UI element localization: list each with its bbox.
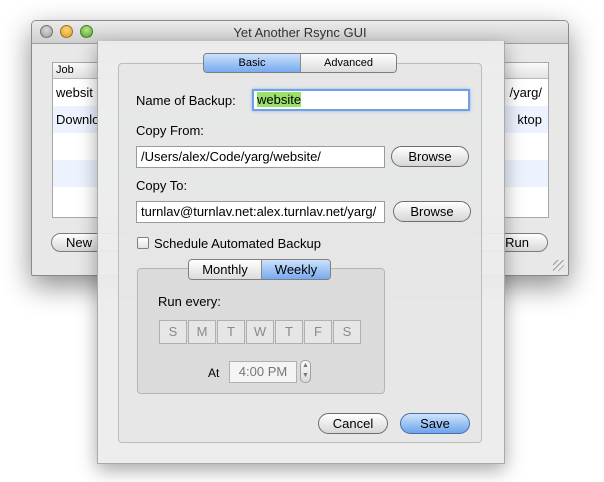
backup-settings-sheet: Basic Advanced Name of Backup: website C… — [97, 41, 505, 464]
selected-text: website — [257, 92, 302, 107]
day-monday[interactable]: M — [188, 320, 216, 344]
run-every-label: Run every: — [158, 294, 221, 309]
row-job-name: websit — [56, 85, 93, 100]
schedule-checkbox[interactable] — [137, 237, 149, 249]
day-sunday[interactable]: S — [159, 320, 187, 344]
day-tuesday[interactable]: T — [217, 320, 245, 344]
copy-from-field[interactable]: /Users/alex/Code/yarg/website/ — [136, 146, 385, 168]
save-button[interactable]: Save — [400, 413, 470, 434]
time-field[interactable]: 4:00 PM — [229, 361, 297, 383]
day-saturday[interactable]: S — [333, 320, 361, 344]
schedule-label[interactable]: Schedule Automated Backup — [154, 236, 321, 251]
resize-grip-icon[interactable] — [553, 260, 564, 271]
copy-to-field[interactable]: turnlav@turnlav.net:alex.turnlav.net/yar… — [136, 201, 385, 223]
copy-from-label: Copy From: — [136, 123, 204, 138]
window-title: Yet Another Rsync GUI — [233, 25, 367, 40]
at-label: At — [208, 366, 220, 380]
day-wednesday[interactable]: W — [246, 320, 274, 344]
stepper-down-icon[interactable]: ▼ — [301, 371, 310, 381]
backup-name-field[interactable]: website — [252, 89, 470, 111]
browse-destination-button[interactable]: Browse — [393, 201, 471, 222]
row-destination: ktop — [517, 112, 542, 127]
schedule-tab-bar: Monthly Weekly — [188, 259, 331, 280]
copy-to-label: Copy To: — [136, 178, 188, 193]
browse-source-button[interactable]: Browse — [391, 146, 469, 167]
stepper-up-icon[interactable]: ▲ — [301, 361, 310, 371]
row-job-name: Downlo — [56, 112, 100, 127]
tab-monthly[interactable]: Monthly — [189, 260, 261, 279]
tab-bar: Basic Advanced — [203, 53, 397, 73]
weekday-selector: S M T W T F S — [159, 320, 361, 344]
cancel-button[interactable]: Cancel — [318, 413, 388, 434]
tab-basic[interactable]: Basic — [204, 54, 300, 72]
tab-weekly[interactable]: Weekly — [260, 260, 330, 279]
time-stepper[interactable]: ▲ ▼ — [300, 360, 311, 383]
day-thursday[interactable]: T — [275, 320, 303, 344]
row-destination: /yarg/ — [509, 85, 542, 100]
day-friday[interactable]: F — [304, 320, 332, 344]
backup-name-label: Name of Backup: — [136, 93, 236, 108]
tab-advanced[interactable]: Advanced — [300, 54, 396, 72]
